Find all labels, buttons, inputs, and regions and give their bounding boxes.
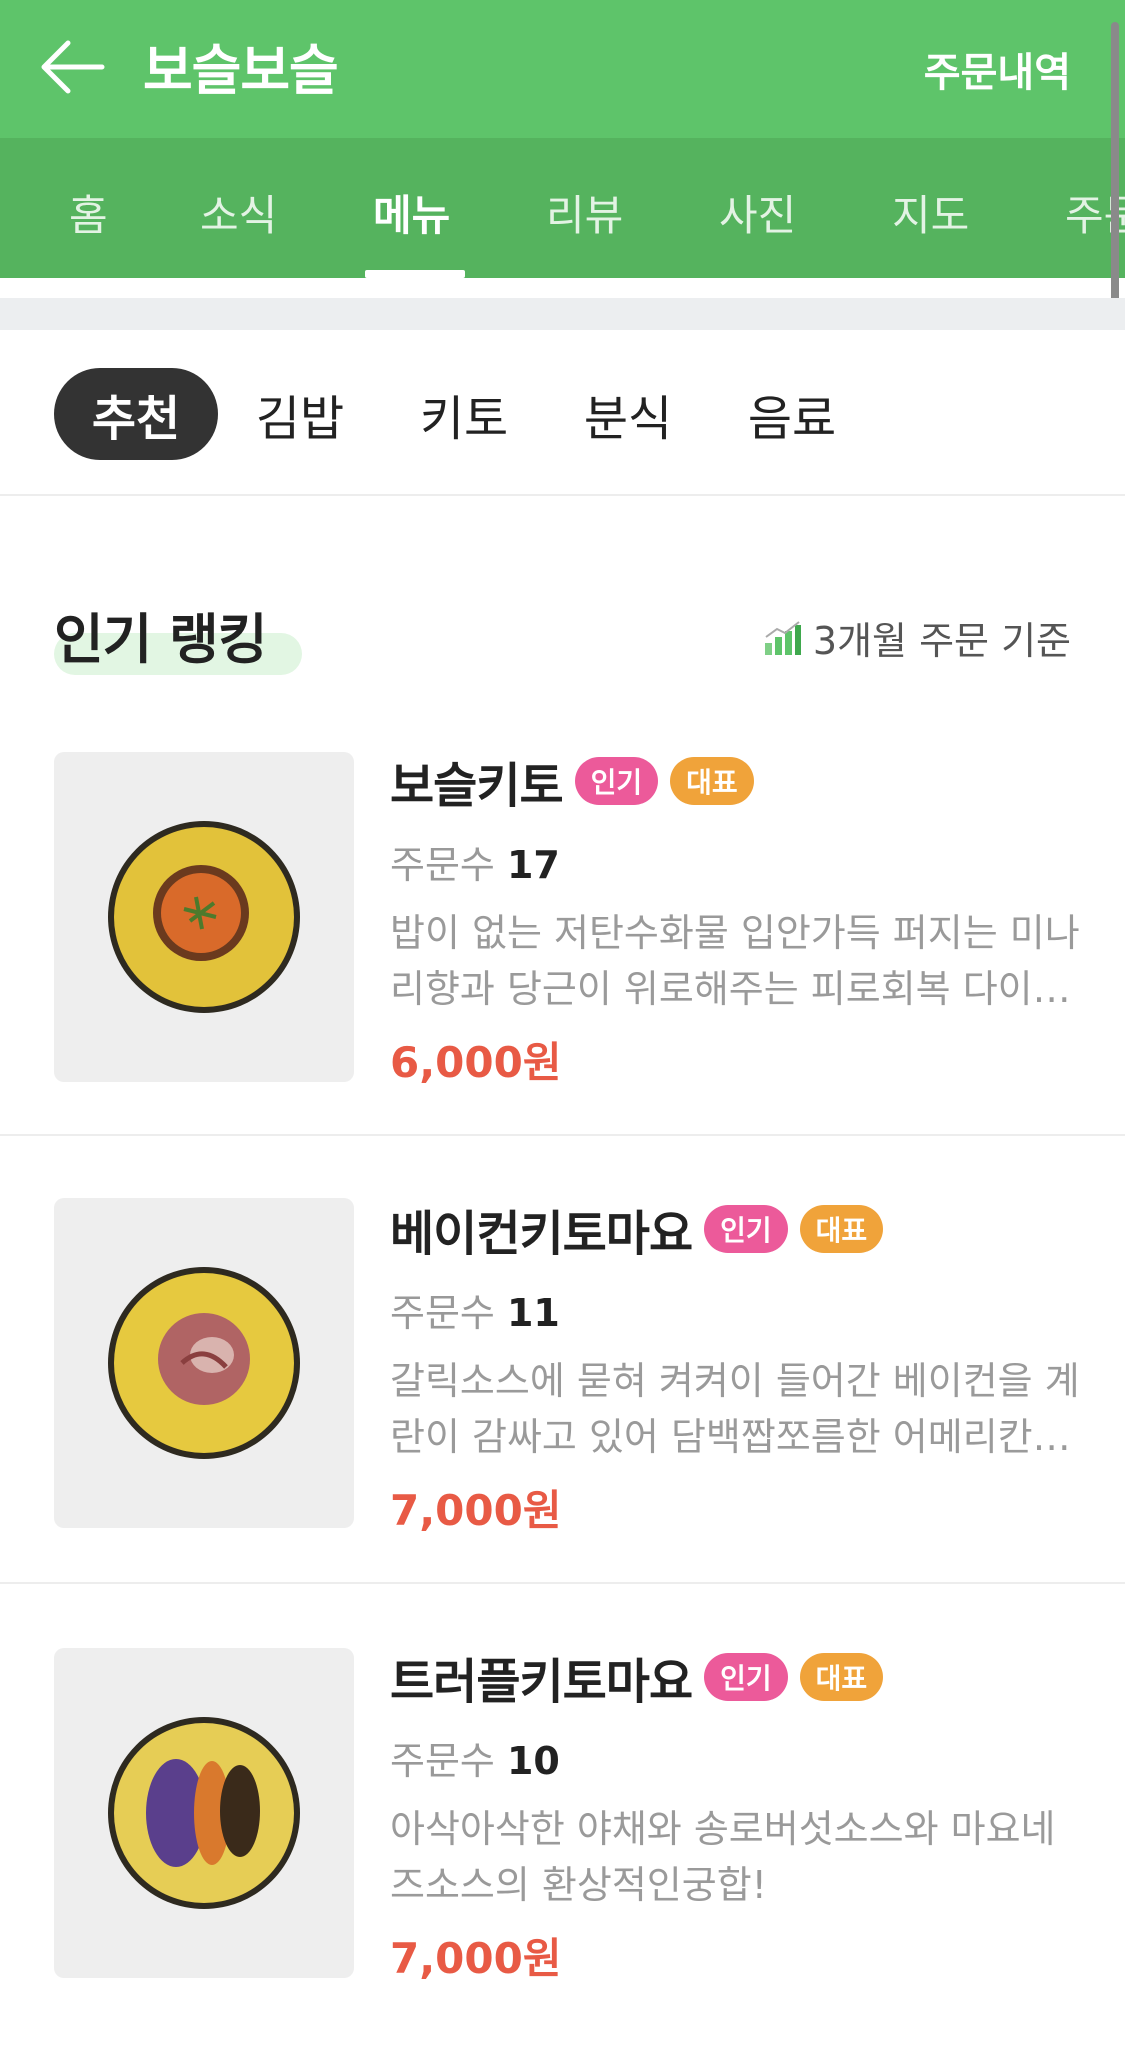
kimbap-image [108, 1267, 300, 1459]
order-count: 주문수 10 [390, 1730, 1080, 1785]
representative-badge: 대표 [799, 1653, 884, 1701]
tab-home[interactable]: 홈 [69, 182, 108, 243]
ranking-title: 인기 랭킹 [54, 608, 268, 671]
representative-badge: 대표 [799, 1205, 884, 1253]
menu-item[interactable]: 베이컨키토마요 인기 대표 주문수 11 갈릭소스에 묻혀 켜켜이 들어간 베이… [0, 1138, 1125, 1584]
kimbap-image [108, 1717, 300, 1909]
menu-item-photo [54, 752, 354, 1082]
menu-item[interactable]: 보슬키토 인기 대표 주문수 17 밥이 없는 저탄수화물 입안가득 퍼지는 미… [0, 690, 1125, 1136]
arrow-left-icon [41, 40, 105, 94]
menu-item-description: 밥이 없는 저탄수화물 입안가득 퍼지는 미나리향과 당근이 위로해주는 피로회… [390, 911, 1080, 1011]
menu-item-info: 보슬키토 인기 대표 주문수 17 밥이 없는 저탄수화물 입안가득 퍼지는 미… [390, 750, 1080, 1090]
ranking-heading: 인기 랭킹 [54, 595, 302, 675]
order-count: 주문수 17 [390, 834, 1080, 889]
ranking-basis: 3개월 주문 기준 [763, 610, 1071, 665]
app-header: 보슬보슬 주문내역 [0, 0, 1125, 138]
tab-menu[interactable]: 메뉴 [373, 182, 450, 243]
menu-item-name: 베이컨키토마요 [390, 1206, 693, 1262]
popular-badge: 인기 [574, 757, 659, 805]
menu-item-description: 갈릭소스에 묻혀 켜켜이 들어간 베이컨을 계란이 감싸고 있어 담백짭쪼름한 … [390, 1359, 1080, 1459]
chip-drinks[interactable]: 음료 [732, 368, 852, 460]
order-count: 주문수 11 [390, 1282, 1080, 1337]
menu-item-name: 보슬키토 [390, 758, 564, 814]
representative-badge: 대표 [670, 757, 754, 805]
menu-item-info: 베이컨키토마요 인기 대표 주문수 11 갈릭소스에 묻혀 켜켜이 들어간 베이… [390, 1198, 1080, 1538]
scrollbar[interactable] [1111, 22, 1119, 334]
section-divider [0, 298, 1125, 330]
chip-recommended[interactable]: 추천 [54, 368, 218, 460]
menu-item-price: 7,000원 [390, 1486, 562, 1535]
store-menu-page: 보슬보슬 주문내역 홈 소식 메뉴 리뷰 사진 지도 주문 추천 김밥 키토 분… [0, 0, 1125, 2050]
order-count-label: 주문수 [390, 843, 495, 887]
order-history-button[interactable]: 주문내역 [924, 40, 1071, 98]
active-tab-indicator [365, 270, 465, 278]
menu-item-name: 트러플키토마요 [390, 1654, 693, 1710]
tab-reviews[interactable]: 리뷰 [546, 182, 623, 243]
popular-badge: 인기 [704, 1653, 788, 1701]
menu-item-photo [54, 1648, 354, 1978]
menu-item-description: 아삭아삭한 야채와 송로버섯소스와 마요네즈소스의 환상적인궁합! [390, 1807, 1056, 1907]
order-count-value: 11 [506, 1291, 560, 1335]
tab-map[interactable]: 지도 [892, 182, 969, 243]
tab-news[interactable]: 소식 [200, 182, 277, 243]
order-count-label: 주문수 [390, 1291, 495, 1335]
menu-item-price: 7,000원 [390, 1934, 562, 1983]
menu-item-info: 트러플키토마요 인기 대표 주문수 10 아삭아삭한 야채와 송로버섯소스와 마… [390, 1646, 1080, 1986]
order-count-value: 17 [506, 843, 560, 887]
bar-chart-icon [764, 620, 801, 655]
store-title: 보슬보슬 [143, 39, 339, 102]
back-button[interactable] [38, 34, 106, 100]
chip-keto[interactable]: 키토 [404, 368, 524, 460]
order-count-value: 10 [506, 1739, 560, 1783]
kimbap-image [108, 821, 300, 1013]
menu-item-price: 6,000원 [390, 1038, 562, 1087]
ranking-basis-text: 3개월 주문 기준 [812, 619, 1071, 663]
store-tab-bar: 홈 소식 메뉴 리뷰 사진 지도 주문 [0, 138, 1125, 278]
menu-item[interactable]: 트러플키토마요 인기 대표 주문수 10 아삭아삭한 야채와 송로버섯소스와 마… [0, 1586, 1125, 2032]
popular-badge: 인기 [704, 1205, 788, 1253]
order-count-label: 주문수 [390, 1739, 495, 1783]
category-chip-bar: 추천 김밥 키토 분식 음료 [0, 330, 1125, 496]
chip-gimbap[interactable]: 김밥 [240, 368, 360, 460]
menu-item-photo [54, 1198, 354, 1528]
chip-bunsik[interactable]: 분식 [568, 368, 688, 460]
tab-photos[interactable]: 사진 [719, 182, 796, 243]
